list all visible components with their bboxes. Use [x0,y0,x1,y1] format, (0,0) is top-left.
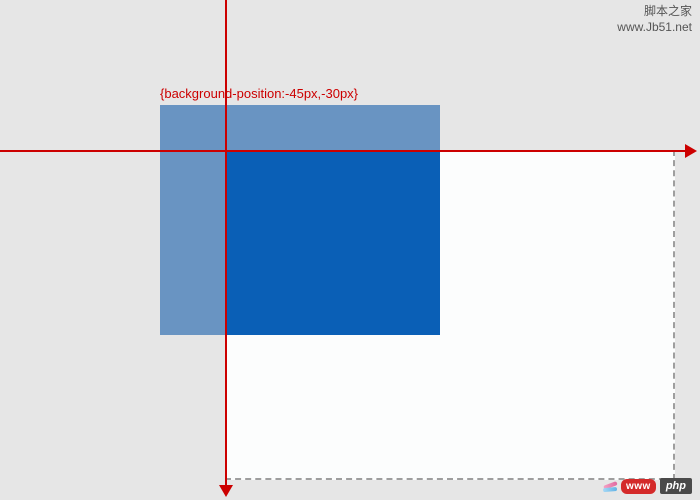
watermark-top: 脚本之家 www.Jb51.net [617,4,692,35]
wing-icon [589,479,617,493]
watermark-site-url: www.Jb51.net [617,20,692,36]
x-axis-arrow-icon [685,144,697,158]
diagram-canvas: {background-position:-45px,-30px} 脚本之家 w… [0,0,700,500]
php-badge: php [660,478,692,494]
y-axis-arrow-icon [219,485,233,497]
watermark-bottom: www php [589,478,692,494]
x-axis-line [0,150,690,152]
www-badge: www [621,479,656,494]
y-axis-line [225,0,227,490]
watermark-site-name: 脚本之家 [617,4,692,20]
background-position-label: {background-position:-45px,-30px} [160,86,358,101]
sprite-visible-region [225,150,440,335]
